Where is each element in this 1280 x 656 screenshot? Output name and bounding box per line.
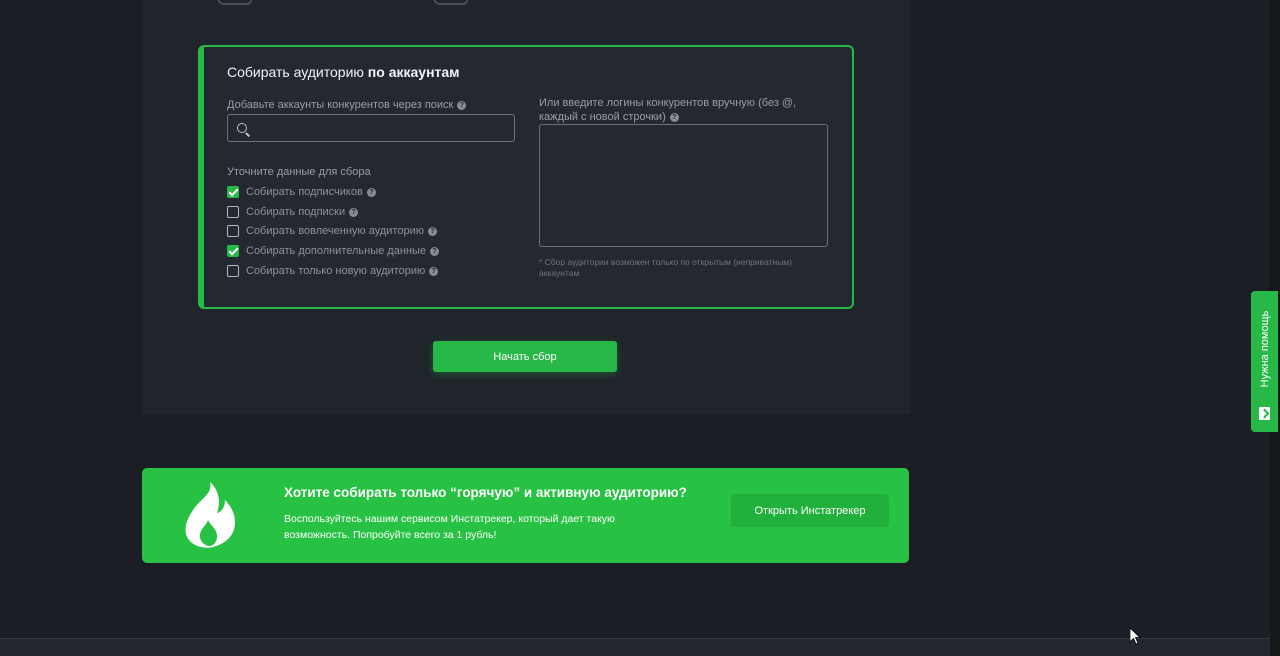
help-icon[interactable]: ? [366, 187, 376, 197]
checkbox-unchecked[interactable] [227, 265, 239, 277]
help-icon[interactable]: ? [430, 246, 440, 256]
option-label: Собирать вовлеченную аудиторию [246, 225, 424, 237]
search-field[interactable] [227, 114, 515, 142]
open-instatracker-button[interactable]: Открыть Инстатрекер [731, 494, 889, 527]
refine-label: Уточните данные для сбора [227, 166, 371, 178]
previous-option-left[interactable] [218, 0, 252, 5]
search-icon [237, 123, 247, 133]
search-label-text: Добавьте аккаунты конкурентов через поис… [227, 99, 454, 111]
manual-label-text: Или введите логины конкурентов вручную (… [539, 97, 797, 123]
instatracker-promo-banner: Хотите собирать только “горячую” и актив… [142, 468, 909, 563]
search-input[interactable] [254, 119, 504, 137]
checkbox-checked[interactable] [227, 245, 239, 257]
help-icon[interactable]: ? [349, 207, 359, 217]
option-label: Собирать дополнительные данные [246, 245, 427, 257]
help-icon[interactable]: ? [427, 226, 437, 236]
option-collect-engaged[interactable]: Собирать вовлеченную аудиторию? [227, 224, 437, 238]
accounts-audience-card: Собирать аудиторию по аккаунтам Добавьте… [198, 45, 854, 309]
card-title: Собирать аудиторию по аккаунтам [227, 64, 460, 80]
help-icon[interactable]: ? [457, 100, 467, 110]
manual-label: Или введите логины конкурентов вручную (… [539, 96, 819, 124]
help-icon[interactable]: ? [429, 266, 439, 276]
previous-option-right[interactable] [434, 0, 468, 5]
start-collection-button[interactable]: Начать сбор [433, 341, 617, 372]
need-help-label: Нужна помощь [1258, 310, 1271, 388]
option-collect-additional[interactable]: Собирать дополнительные данные? [227, 244, 440, 258]
help-icon[interactable]: ? [669, 112, 679, 122]
need-help-tab[interactable]: Нужна помощь [1251, 291, 1278, 432]
option-label: Собирать подписчиков [246, 186, 363, 198]
card-title-bold: по аккаунтам [367, 64, 460, 80]
promo-title: Хотите собирать только “горячую” и актив… [284, 485, 687, 500]
option-label: Собирать подписки [246, 206, 346, 218]
checkbox-checked[interactable] [227, 186, 239, 198]
footer-bar [0, 638, 1270, 656]
checkbox-unchecked[interactable] [227, 206, 239, 218]
promo-text: Воспользуйтесь нашим сервисом Инстатреке… [284, 513, 615, 541]
search-label: Добавьте аккаунты конкурентов через поис… [227, 98, 467, 112]
checkbox-unchecked[interactable] [227, 225, 239, 237]
option-label: Собирать только новую аудиторию [246, 265, 426, 277]
option-collect-followers[interactable]: Собирать подписчиков? [227, 185, 376, 199]
manual-logins-textarea[interactable] [539, 124, 828, 247]
private-accounts-note: * Сбор аудитории возможен только по откр… [539, 257, 792, 278]
flame-icon [185, 482, 235, 548]
option-collect-new-only[interactable]: Собирать только новую аудиторию? [227, 264, 439, 278]
option-collect-followings[interactable]: Собирать подписки? [227, 205, 359, 219]
mouse-cursor-icon [1130, 628, 1142, 645]
card-title-prefix: Собирать аудиторию [227, 64, 368, 80]
chat-icon [1259, 407, 1270, 420]
